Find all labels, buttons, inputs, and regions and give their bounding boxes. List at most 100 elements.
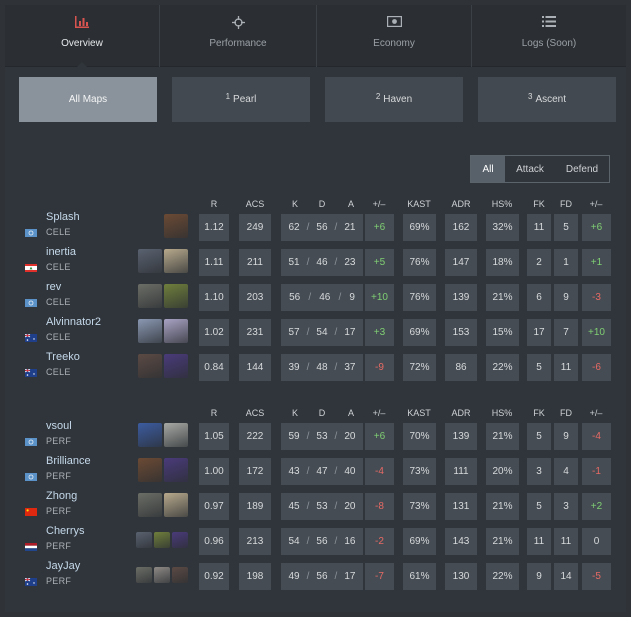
player-name-link[interactable]: vsoul [46, 420, 72, 432]
column-header[interactable]: R [211, 199, 218, 209]
deaths-value: 46 [319, 292, 331, 303]
tab-logs[interactable]: Logs (Soon) [472, 5, 626, 67]
player-name-link[interactable]: inertia [46, 246, 76, 258]
column-header[interactable]: R [211, 408, 218, 418]
side-filter-defend[interactable]: Defend [555, 156, 609, 182]
kast-cell: 70% [403, 423, 436, 450]
side-filter-all[interactable]: All [471, 156, 505, 182]
tab-logs-label: Logs (Soon) [521, 38, 577, 49]
column-header[interactable]: K [292, 408, 298, 418]
map-button-haven[interactable]: 2 Haven [325, 77, 463, 122]
map-button-ascent[interactable]: 3 Ascent [478, 77, 616, 122]
player-name-link[interactable]: Brilliance [46, 455, 91, 467]
fd-cell: 9 [554, 284, 578, 311]
side-filter-attack[interactable]: Attack [505, 156, 555, 182]
column-header[interactable]: +/– [590, 408, 603, 418]
column-header[interactable]: D [319, 408, 326, 418]
kda-separator: / [308, 292, 312, 303]
fpm-cell: -4 [582, 423, 611, 450]
acs-cell: 211 [239, 249, 271, 276]
player-name-link[interactable]: rev [46, 281, 61, 293]
agent-icons [138, 284, 188, 308]
column-header[interactable]: FD [560, 199, 572, 209]
assists-value: 23 [344, 257, 356, 268]
column-header[interactable]: FD [560, 408, 572, 418]
agent-grey-icon [138, 284, 162, 308]
pm-cell: -2 [365, 528, 394, 555]
column-header[interactable]: HS% [492, 408, 513, 418]
deaths-value: 46 [316, 257, 328, 268]
pm-cell: -4 [365, 458, 394, 485]
r-cell: 1.12 [199, 214, 229, 241]
acs-cell: 213 [239, 528, 271, 555]
column-header[interactable]: ADR [451, 408, 470, 418]
agent-dark-icon [138, 354, 162, 378]
kills-value: 59 [288, 431, 300, 442]
table-row: rev CELE 1.10 203 56/46/9 +10 76% 139 21% 6 9 -3 [5, 281, 626, 311]
r-cell: 1.02 [199, 319, 229, 346]
tab-overview-label: Overview [61, 38, 103, 49]
column-header[interactable]: A [348, 199, 354, 209]
agent-blue-icon [138, 319, 162, 343]
column-header[interactable]: ADR [451, 199, 470, 209]
player-name-link[interactable]: JayJay [46, 560, 80, 572]
kda-cell: 45 / 53 / 20 [281, 493, 363, 520]
kast-cell: 73% [403, 493, 436, 520]
column-header[interactable]: KAST [407, 199, 431, 209]
side-filter: All Attack Defend [470, 155, 610, 183]
kda-separator: / [306, 571, 310, 582]
hs-cell: 20% [486, 458, 519, 485]
tab-economy[interactable]: Economy [317, 5, 472, 67]
column-header[interactable]: +/– [373, 408, 386, 418]
stats-header: R ACS K D A +/– KAST ADR HS% FK FD +/– [5, 199, 626, 213]
adr-cell: 153 [445, 319, 477, 346]
kast-cell: 69% [403, 214, 436, 241]
player-name-link[interactable]: Zhong [46, 490, 77, 502]
player-team: PERF [46, 436, 72, 446]
hs-cell: 21% [486, 493, 519, 520]
hs-cell: 22% [486, 354, 519, 381]
column-header[interactable]: FK [533, 199, 545, 209]
player-name-link[interactable]: Alvinnator2 [46, 316, 101, 328]
kda-separator: / [306, 362, 310, 373]
assists-value: 20 [344, 431, 356, 442]
column-header[interactable]: ACS [246, 408, 265, 418]
kda-cell: 54 / 56 / 16 [281, 528, 363, 555]
column-header[interactable]: A [348, 408, 354, 418]
player-name-link[interactable]: Treeko [46, 351, 80, 363]
column-header[interactable]: K [292, 199, 298, 209]
column-header[interactable]: D [319, 199, 326, 209]
tab-overview[interactable]: Overview [5, 5, 160, 68]
agent-blue-icon [138, 423, 162, 447]
deaths-value: 56 [316, 571, 328, 582]
agent-icons [138, 249, 188, 273]
column-header[interactable]: ACS [246, 199, 265, 209]
pm-cell: +6 [365, 423, 394, 450]
kda-separator: / [306, 257, 310, 268]
kda-separator: / [334, 571, 338, 582]
agent-grey-icon [138, 493, 162, 517]
pm-cell: +10 [365, 284, 394, 311]
map-button-all[interactable]: All Maps [19, 77, 157, 122]
column-header[interactable]: +/– [590, 199, 603, 209]
player-team: PERF [46, 541, 72, 551]
kda-separator: / [334, 222, 338, 233]
map-button-pearl[interactable]: 1 Pearl [172, 77, 310, 122]
column-header[interactable]: KAST [407, 408, 431, 418]
column-header[interactable]: FK [533, 408, 545, 418]
r-cell: 1.00 [199, 458, 229, 485]
fpm-cell: -1 [582, 458, 611, 485]
tab-performance-label: Performance [209, 38, 267, 49]
table-row: Zhong PERF 0.97 189 45/53/20 -8 73% 131 21% 5 3 +2 [5, 490, 626, 520]
player-name-link[interactable]: Splash [46, 211, 80, 223]
fk-cell: 9 [527, 563, 551, 590]
kda-cell: 39 / 48 / 37 [281, 354, 363, 381]
hs-cell: 21% [486, 423, 519, 450]
column-header[interactable]: HS% [492, 199, 513, 209]
hs-cell: 21% [486, 528, 519, 555]
kda-separator: / [334, 501, 338, 512]
player-name-link[interactable]: Cherrys [46, 525, 85, 537]
column-header[interactable]: +/– [373, 199, 386, 209]
map-label: Ascent [535, 94, 567, 105]
tab-performance[interactable]: Performance [160, 5, 317, 67]
